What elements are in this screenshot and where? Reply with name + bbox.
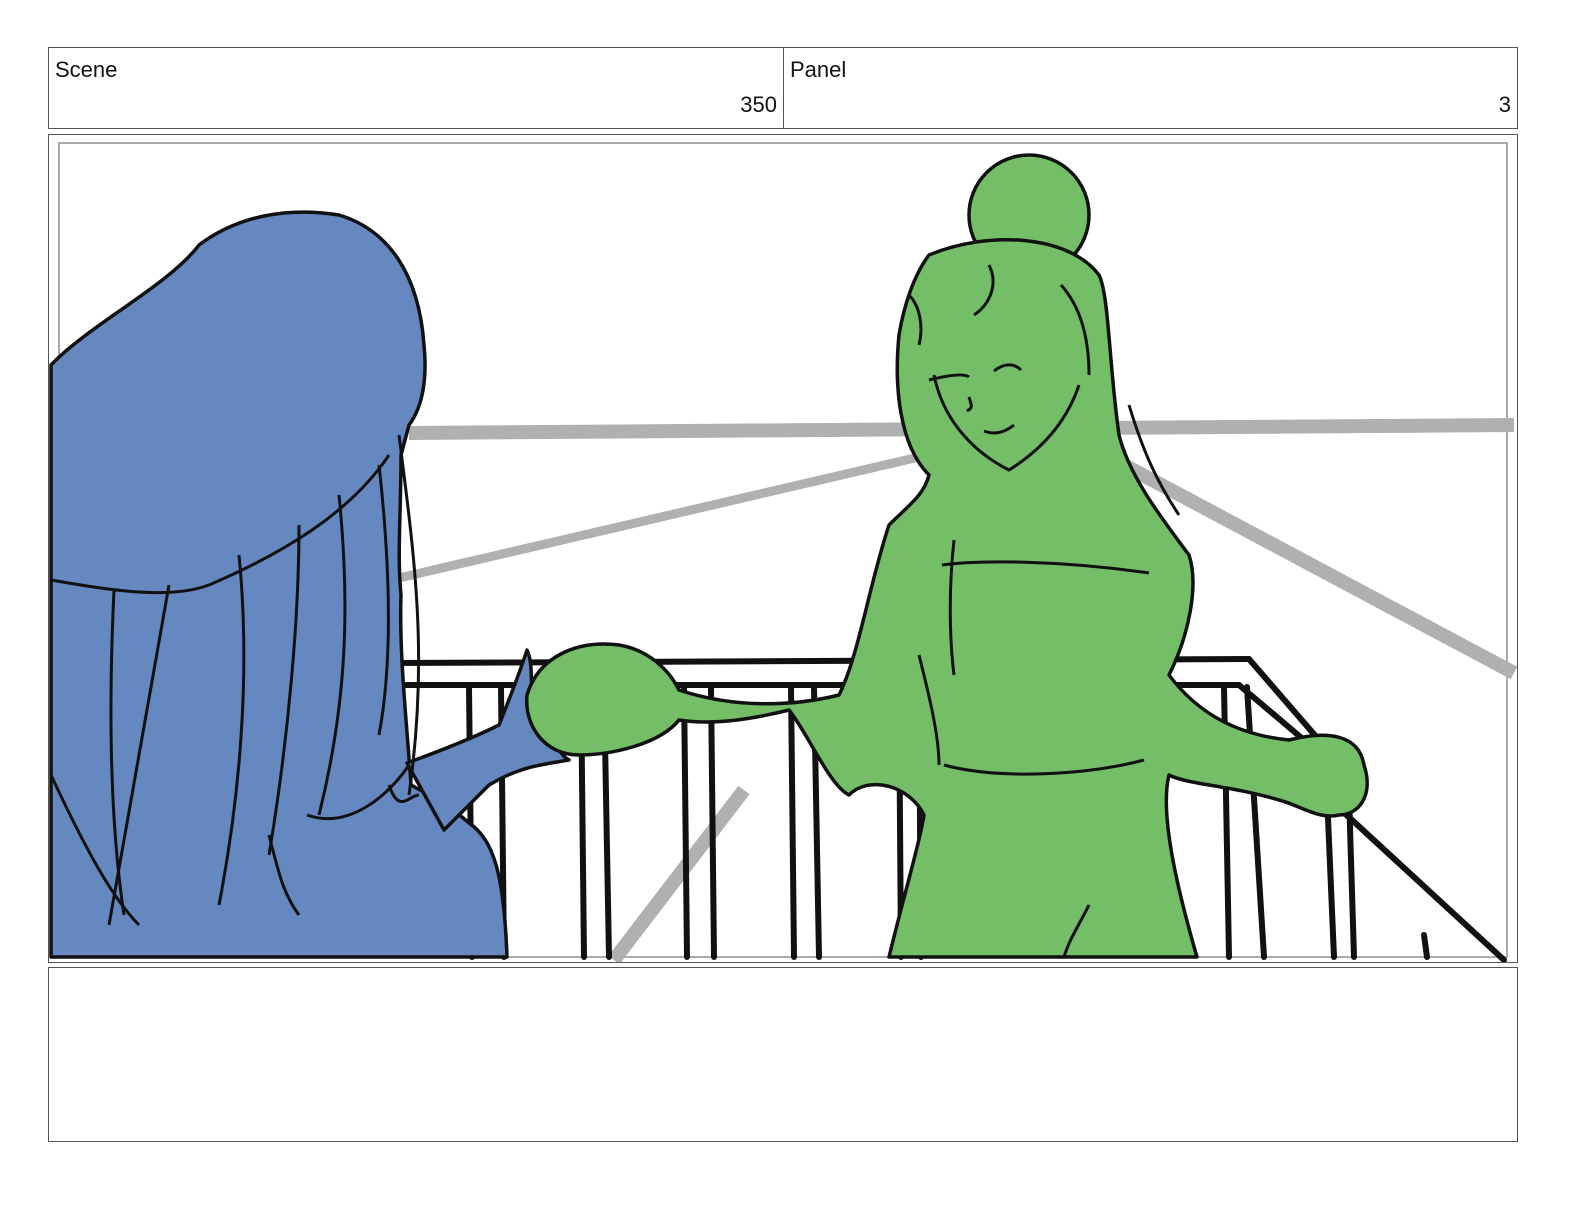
scene-number: 350 xyxy=(740,92,777,117)
panel-label: Panel xyxy=(790,57,847,82)
panel-cell: Panel 3 xyxy=(784,48,1517,128)
panel-number: 3 xyxy=(1498,92,1511,117)
scene-cell: Scene 350 xyxy=(49,48,784,128)
storyboard-illustration xyxy=(49,142,1517,962)
left-character xyxy=(49,210,571,959)
storyboard-frame xyxy=(48,134,1518,963)
panel-header: Scene 350 Panel 3 xyxy=(48,47,1518,129)
scene-label: Scene xyxy=(55,57,118,82)
notes-box[interactable] xyxy=(48,967,1518,1142)
right-character xyxy=(524,153,1369,959)
